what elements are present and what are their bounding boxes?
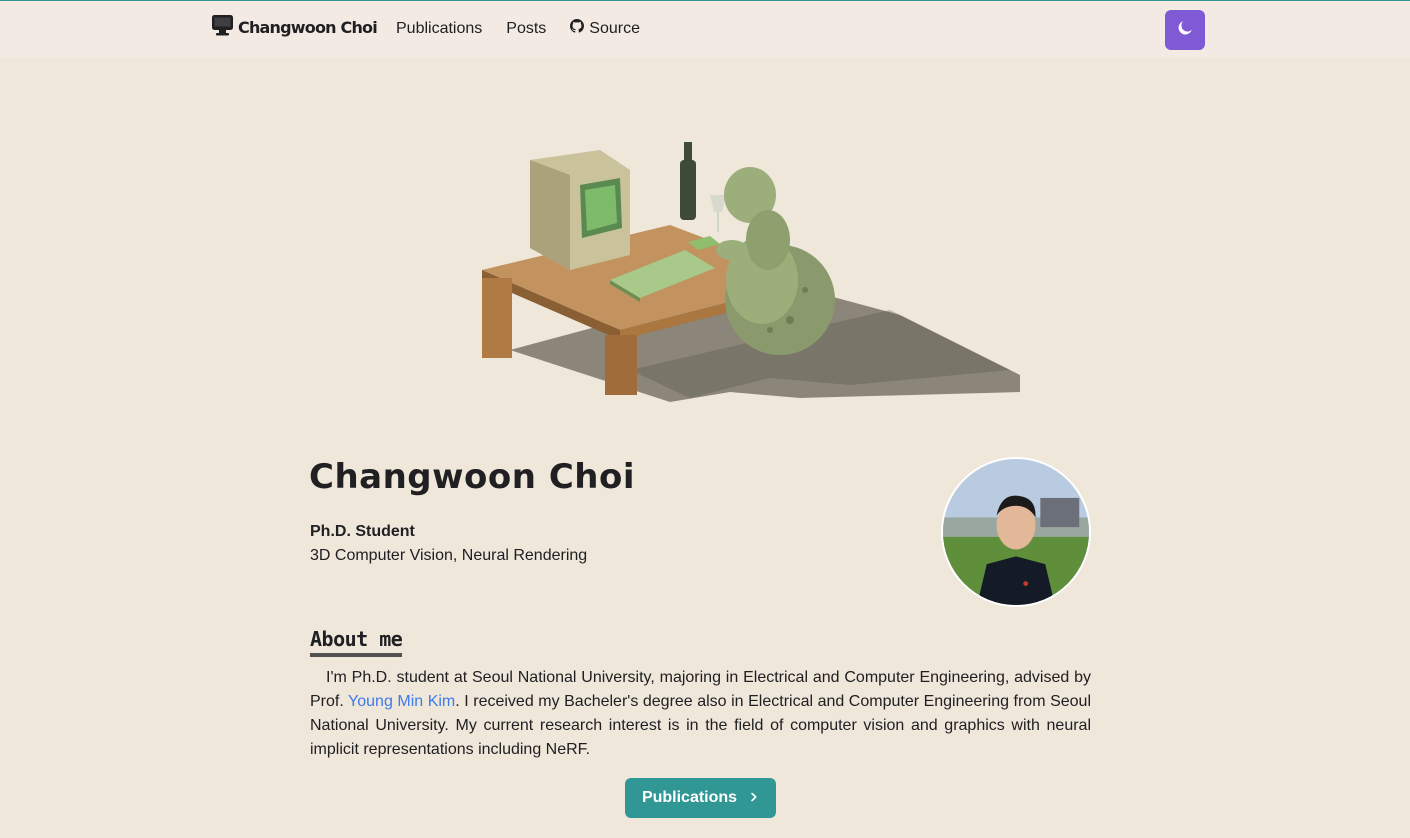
logo-text: Changwoon Choi	[238, 17, 378, 37]
hero-3d-scene	[470, 130, 1030, 415]
publications-button[interactable]: Publications	[625, 778, 776, 818]
moon-icon	[1177, 20, 1193, 41]
section-title-about: About me	[310, 627, 403, 657]
theme-toggle-button[interactable]	[1165, 10, 1205, 50]
github-icon	[570, 19, 585, 38]
nav-link-source-label: Source	[589, 19, 640, 37]
profile-role: Ph.D. Student	[310, 523, 415, 540]
about-paragraph: I'm Ph.D. student at Seoul National Univ…	[310, 666, 1091, 762]
profile-name: Changwoon Choi	[309, 457, 635, 497]
nav-link-posts[interactable]: Posts	[506, 19, 546, 38]
nav-link-publications[interactable]: Publications	[396, 19, 482, 38]
advisor-link[interactable]: Young Min Kim	[348, 693, 455, 710]
chevron-right-icon	[749, 789, 759, 807]
profile-fields: 3D Computer Vision, Neural Rendering	[310, 547, 588, 564]
nav-link-source[interactable]: Source	[570, 19, 640, 38]
nav-links: Publications Posts Source	[396, 19, 640, 38]
avatar	[941, 457, 1091, 607]
publications-button-label: Publications	[641, 789, 738, 806]
navbar: Changwoon Choi Publications Posts Source	[0, 1, 1410, 57]
site-logo[interactable]: Changwoon Choi	[211, 14, 378, 41]
computer-icon	[211, 14, 234, 41]
